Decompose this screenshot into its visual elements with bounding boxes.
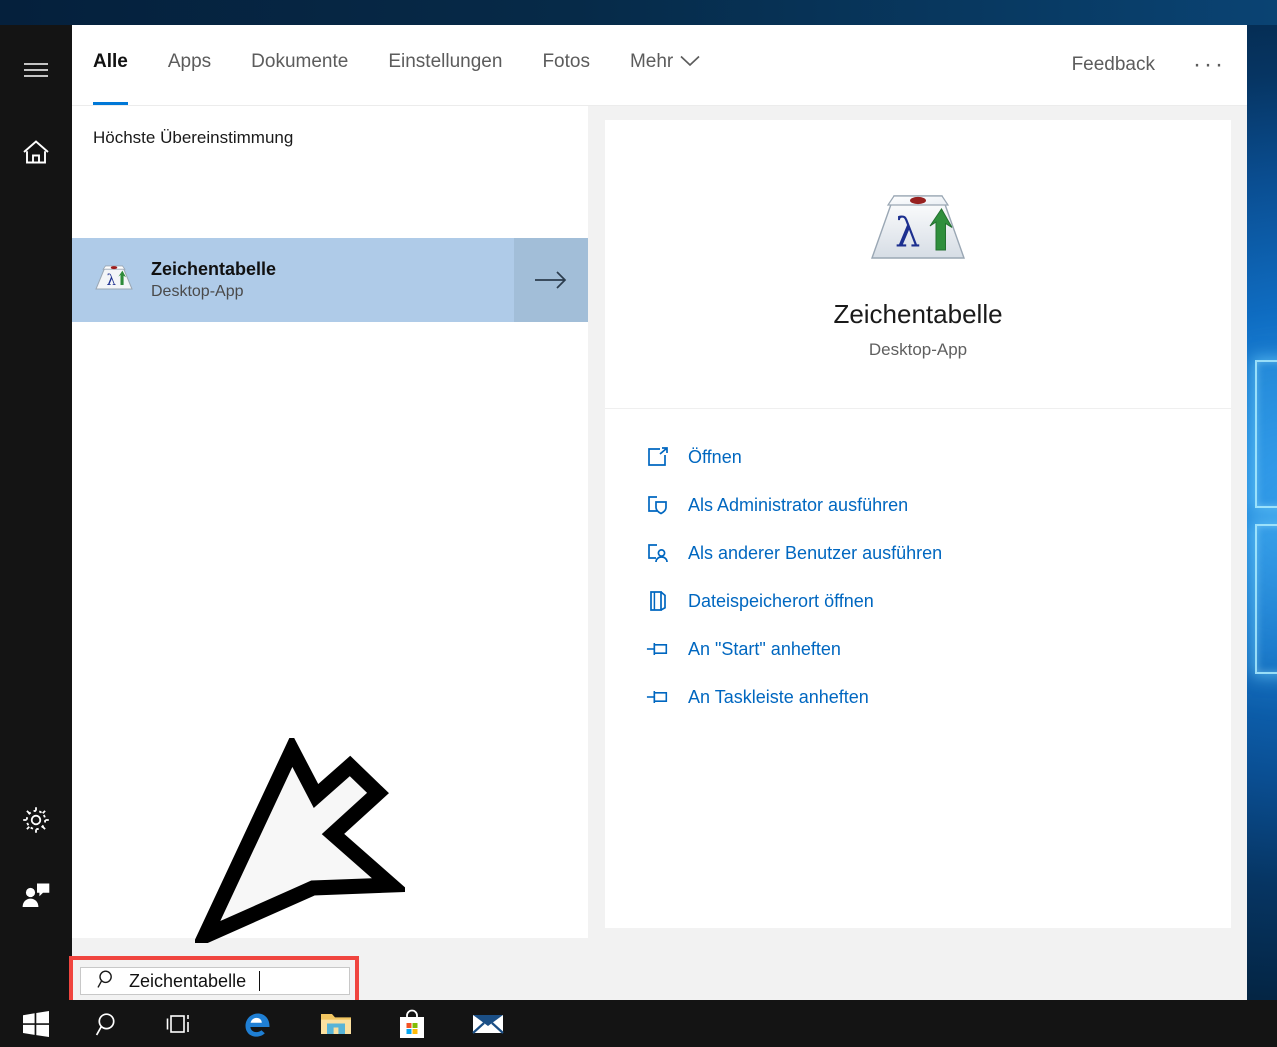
- result-expand-arrow-icon[interactable]: [514, 238, 588, 322]
- tab-alle[interactable]: Alle: [93, 25, 128, 105]
- preview-actions-list: Öffnen Als Administrator ausführen Als a…: [605, 409, 1231, 721]
- taskbar: [0, 1000, 1277, 1047]
- tab-einstellungen[interactable]: Einstellungen: [388, 25, 502, 105]
- character-map-icon: λ: [864, 182, 972, 279]
- action-label: Dateispeicherort öffnen: [688, 590, 874, 611]
- result-item-content[interactable]: λ Zeichentabelle Desktop-App: [72, 238, 514, 322]
- tab-label: Alle: [93, 51, 128, 72]
- search-flyout: Alle Apps Dokumente Einstellungen Fotos …: [0, 25, 1247, 1006]
- svg-text:λ: λ: [107, 271, 117, 289]
- open-external-icon: [646, 447, 670, 467]
- wallpaper-logo-pane: [1255, 360, 1277, 508]
- header-actions: Feedback ···: [1072, 25, 1247, 105]
- results-list: Höchste Übereinstimmung λ Zeichentabelle…: [72, 106, 588, 938]
- hamburger-icon[interactable]: [0, 40, 72, 100]
- shield-run-icon: [646, 495, 670, 515]
- user-run-icon: [646, 543, 670, 563]
- search-panel: Alle Apps Dokumente Einstellungen Fotos …: [69, 25, 1247, 1006]
- task-view-button[interactable]: [156, 1000, 204, 1047]
- search-button[interactable]: [84, 1000, 132, 1047]
- app-preview-card: λ Zeichentabelle Desktop-App Öffnen Als …: [605, 120, 1231, 928]
- action-dateispeicherort-oeffnen[interactable]: Dateispeicherort öffnen: [646, 577, 1231, 625]
- pin-icon: [646, 688, 670, 706]
- action-als-anderer-benutzer-ausfuehren[interactable]: Als anderer Benutzer ausführen: [646, 529, 1231, 577]
- results-section-heading: Höchste Übereinstimmung: [93, 128, 294, 147]
- home-icon[interactable]: [0, 122, 72, 182]
- wallpaper-logo-pane: [1255, 524, 1277, 674]
- tab-label: Apps: [167, 51, 212, 72]
- result-item-title: Zeichentabelle: [151, 259, 277, 279]
- pin-icon: [646, 640, 670, 658]
- tab-label: Mehr: [629, 51, 674, 72]
- tab-dokumente[interactable]: Dokumente: [251, 25, 348, 105]
- result-item-text: Zeichentabelle Desktop-App: [151, 259, 276, 301]
- action-als-administrator-ausfuehren[interactable]: Als Administrator ausführen: [646, 481, 1231, 529]
- action-label: An "Start" anheften: [688, 638, 841, 659]
- action-label: An Taskleiste anheften: [688, 686, 869, 707]
- folder-open-icon: [646, 590, 670, 612]
- search-input-zone: Zeichentabelle: [69, 938, 1247, 1006]
- result-item-zeichentabelle[interactable]: λ Zeichentabelle Desktop-App: [72, 238, 588, 322]
- feedback-icon[interactable]: [0, 865, 72, 925]
- tab-fotos[interactable]: Fotos: [542, 25, 590, 105]
- edge-button[interactable]: [234, 1000, 282, 1047]
- search-icon: [97, 969, 117, 994]
- wallpaper-top-strip: [0, 0, 1277, 25]
- start-button[interactable]: [12, 1000, 60, 1047]
- text-caret: [259, 971, 261, 991]
- character-map-icon: λ: [93, 260, 135, 301]
- tab-apps[interactable]: Apps: [168, 25, 211, 105]
- action-label: Als Administrator ausführen: [688, 494, 909, 515]
- store-button[interactable]: [388, 1000, 436, 1047]
- action-an-taskleiste-anheften[interactable]: An Taskleiste anheften: [646, 673, 1231, 721]
- preview-app-subtitle: Desktop-App: [868, 340, 968, 359]
- svg-text:λ: λ: [895, 210, 920, 256]
- action-label: Als anderer Benutzer ausführen: [688, 542, 943, 563]
- tab-label: Dokumente: [251, 51, 349, 72]
- search-body: Höchste Übereinstimmung λ Zeichentabelle…: [72, 106, 1247, 938]
- action-label: Öffnen: [688, 446, 742, 467]
- file-explorer-button[interactable]: [312, 1000, 360, 1047]
- tab-label: Einstellungen: [388, 51, 503, 72]
- tab-mehr[interactable]: Mehr: [630, 25, 700, 105]
- result-item-subtitle: Desktop-App: [151, 283, 244, 300]
- search-input-value: Zeichentabelle: [129, 970, 247, 991]
- gear-icon[interactable]: [0, 790, 72, 850]
- tab-label: Fotos: [542, 51, 590, 72]
- action-oeffnen[interactable]: Öffnen: [646, 433, 1231, 481]
- search-input[interactable]: Zeichentabelle: [80, 967, 350, 995]
- preview-app-title: Zeichentabelle: [833, 299, 1003, 329]
- mail-button[interactable]: [464, 1000, 512, 1047]
- search-tabs-bar: Alle Apps Dokumente Einstellungen Fotos …: [72, 25, 1247, 106]
- action-an-start-anheften[interactable]: An "Start" anheften: [646, 625, 1231, 673]
- more-options-icon[interactable]: ···: [1193, 53, 1226, 77]
- feedback-link[interactable]: Feedback: [1072, 54, 1155, 76]
- search-nav-rail: [0, 25, 72, 1000]
- chevron-down-icon: [680, 51, 700, 73]
- preview-header: λ Zeichentabelle Desktop-App: [605, 120, 1231, 409]
